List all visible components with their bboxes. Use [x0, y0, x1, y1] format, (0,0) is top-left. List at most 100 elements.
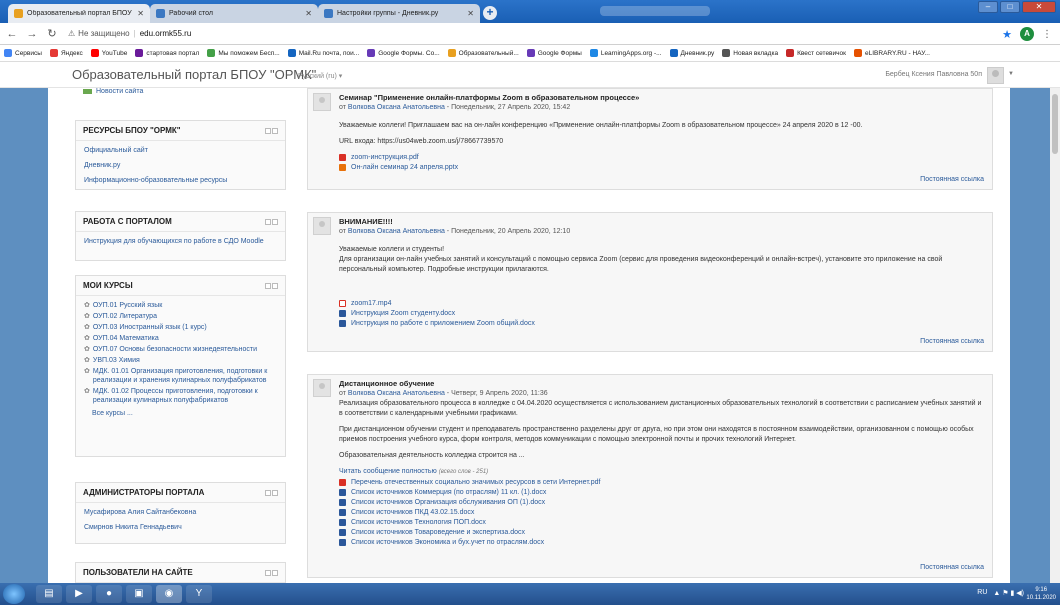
bookmark-item[interactable]: стартовая портал — [135, 49, 199, 57]
read-more-link[interactable]: Читать сообщение полностью (всего слов -… — [339, 467, 984, 477]
scrollbar-thumb[interactable] — [1052, 94, 1058, 154]
url-input[interactable]: ⚠ Не защищено | edu.ormk55.ru — [68, 29, 191, 38]
presentation-icon[interactable]: ▣ — [126, 585, 152, 603]
link-official-site[interactable]: Официальный сайт — [76, 146, 285, 156]
attachment-link[interactable]: zoom-инструкция.pdf — [339, 153, 984, 162]
user-avatar[interactable] — [987, 67, 1004, 84]
bookmark-item[interactable]: Яндекс — [49, 49, 83, 57]
collapse-icon[interactable] — [272, 218, 278, 225]
attachment-link[interactable]: Список источников Организация обслуживан… — [339, 498, 984, 507]
course-item[interactable]: ✿ ОУП.02 Литература — [76, 312, 285, 321]
bookmark-item[interactable]: Мы поможем Бесп... — [207, 49, 280, 57]
link-info-resources[interactable]: Информационно-образовательные ресурсы — [76, 176, 285, 186]
collapse-icon[interactable] — [272, 569, 278, 576]
bookmark-label: стартовая портал — [146, 49, 200, 57]
dock-icon[interactable] — [265, 489, 271, 496]
forward-arrow-icon[interactable]: → — [24, 28, 40, 40]
site-title[interactable]: Образовательный портал БПОУ "ОРМК" — [72, 67, 316, 82]
language-select[interactable]: Русский (ru) ▾ — [298, 72, 342, 80]
attachment-link[interactable]: Список источников Технология ПОП.docx — [339, 518, 984, 527]
post-author[interactable]: Волкова Оксана Анатольевна — [348, 104, 445, 111]
yandex-browser-icon[interactable]: Y — [186, 585, 212, 603]
bookmark-item[interactable]: Квест сетевичок — [786, 49, 846, 57]
profile-avatar[interactable]: A — [1020, 27, 1034, 41]
tab-portal[interactable]: Образовательный портал БПОУ "ОРМК" ✕ — [8, 4, 150, 23]
explorer-icon[interactable]: ▤ — [36, 585, 62, 603]
keyboard-language[interactable]: RU — [977, 589, 987, 597]
dock-icon[interactable] — [265, 218, 271, 225]
bookmark-item[interactable]: Google Формы — [526, 49, 582, 57]
block-title: АДМИНИСТРАТОРЫ ПОРТАЛА — [83, 488, 205, 497]
attachment-link[interactable]: Список источников ПКД 43.02.15.docx — [339, 508, 984, 517]
attachment-link[interactable]: Список источников Коммерция (по отраслям… — [339, 488, 984, 497]
user-name[interactable]: Бербец Ксения Павловна 50п — [885, 71, 982, 78]
author-avatar[interactable] — [313, 379, 331, 397]
clock-time: 9:16 — [1035, 587, 1048, 593]
attachment-link[interactable]: Перечень отечественных социально значимы… — [339, 478, 984, 487]
bookmark-star-icon[interactable]: ★ — [1002, 28, 1012, 41]
course-item[interactable]: ✿ ОУП.01 Русский язык — [76, 301, 285, 310]
clock[interactable]: 9:16 10.11.2020 — [1026, 586, 1056, 602]
author-avatar[interactable] — [313, 217, 331, 235]
course-item[interactable]: ✿ ОУП.03 Иностранный язык (1 курс) — [76, 323, 285, 332]
tab-desktop[interactable]: Рабочий стол ✕ — [150, 4, 318, 23]
attachment-link[interactable]: Список источников Экономика и бух.учет п… — [339, 538, 984, 547]
course-item[interactable]: ✿ ОУП.07 Основы безопасности жизнедеятель… — [76, 345, 285, 354]
tray-icons[interactable]: ▲ ⚑ ▮ ◀) — [993, 589, 1024, 597]
window-close-button[interactable]: ✕ — [1022, 1, 1056, 13]
back-arrow-icon[interactable]: ← — [4, 28, 20, 40]
bookmark-item[interactable]: Дневник.ру — [669, 49, 714, 57]
maximize-button[interactable]: □ — [1000, 1, 1020, 13]
bookmark-item[interactable]: Сервисы — [4, 49, 42, 57]
collapse-icon[interactable] — [272, 489, 278, 496]
attachment-link[interactable]: Инструкция Zoom студенту.docx — [339, 309, 984, 318]
attachment-link[interactable]: Список источников Товароведение и экспер… — [339, 528, 984, 537]
attachment-link[interactable]: zoom17.mp4 — [339, 299, 984, 308]
bookmark-item[interactable]: Новая вкладка — [722, 49, 778, 57]
all-courses-link[interactable]: Все курсы ... — [76, 409, 285, 419]
permalink[interactable]: Постоянная ссылка — [920, 338, 984, 345]
dock-icon[interactable] — [265, 127, 271, 134]
media-player-icon[interactable]: ▶ — [66, 585, 92, 603]
permalink[interactable]: Постоянная ссылка — [920, 564, 984, 571]
start-button[interactable] — [3, 584, 25, 604]
reload-icon[interactable]: ↻ — [44, 27, 60, 40]
course-item[interactable]: ✿ МДК. 01.02 Процессы приготовления, подг… — [76, 387, 285, 405]
bookmark-item[interactable]: Mail.Ru почта, пои... — [287, 49, 359, 57]
course-item[interactable]: ✿ УВП.03 Химия — [76, 356, 285, 365]
bookmark-item[interactable]: eLIBRARY.RU - НАУ... — [854, 49, 930, 57]
link-diary[interactable]: Дневник.ру — [76, 161, 285, 171]
bookmark-item[interactable]: YouTube — [90, 49, 127, 57]
attachment-link[interactable]: Инструкция по работе с приложением Zoom … — [339, 319, 984, 328]
kebab-menu-icon[interactable]: ⋮ — [1042, 29, 1052, 40]
attachment-link[interactable]: Он-лайн семинар 24 апреля.pptx — [339, 163, 984, 172]
permalink[interactable]: Постоянная ссылка — [920, 176, 984, 183]
course-item[interactable]: ✿ ОУП.04 Математика — [76, 334, 285, 343]
bookmark-item[interactable]: Образовательный... — [447, 49, 519, 57]
chrome-icon[interactable]: ◉ — [156, 585, 182, 603]
minimize-button[interactable]: – — [978, 1, 998, 13]
link-moodle-instruction[interactable]: Инструкция для обучающихся по работе в С… — [76, 237, 285, 247]
admin-link[interactable]: Смирнов Никита Геннадьевич — [76, 523, 285, 533]
news-link[interactable]: Новости сайта — [83, 88, 143, 95]
bookmark-item[interactable]: Google Формы. Со... — [367, 49, 440, 57]
collapse-icon[interactable] — [272, 127, 278, 134]
collapse-icon[interactable] — [272, 282, 278, 289]
close-icon[interactable]: ✕ — [467, 9, 474, 18]
post-author[interactable]: Волкова Оксана Анатольевна — [348, 228, 445, 235]
firefox-icon[interactable]: ● — [96, 585, 122, 603]
author-avatar[interactable] — [313, 93, 331, 111]
close-icon[interactable]: ✕ — [137, 9, 144, 18]
dock-icon[interactable] — [265, 282, 271, 289]
close-icon[interactable]: ✕ — [305, 9, 312, 18]
dock-icon[interactable] — [265, 569, 271, 576]
course-item[interactable]: ✿ МДК. 01.01 Организация приготовления, п… — [76, 367, 285, 385]
new-tab-button[interactable]: + — [483, 6, 497, 20]
bookmark-item[interactable]: LearningApps.org -... — [589, 49, 662, 57]
bookmark-favicon-icon — [4, 49, 12, 57]
admin-link[interactable]: Мусафирова Алия Сайтанбековна — [76, 508, 285, 518]
tab-diary-settings[interactable]: Настройки группы - Дневник.ру ✕ — [318, 4, 480, 23]
post-author[interactable]: Волкова Оксана Анатольевна — [348, 390, 445, 397]
scrollbar[interactable] — [1050, 88, 1060, 583]
chevron-down-icon[interactable]: ▼ — [1008, 71, 1014, 77]
